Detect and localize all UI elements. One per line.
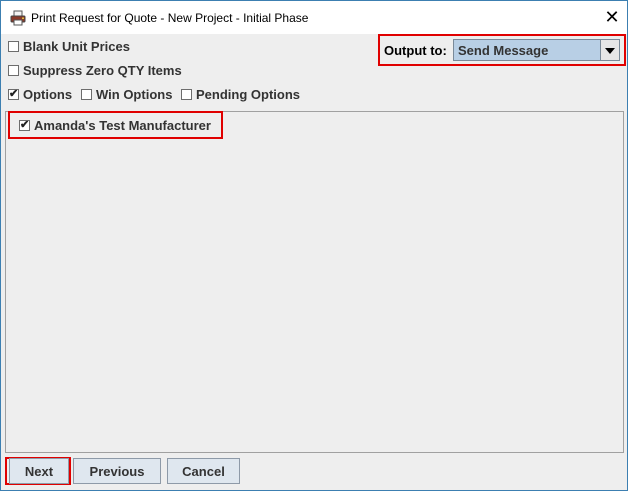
output-to-label: Output to: [384, 43, 447, 58]
close-icon[interactable]: ✕ [601, 6, 623, 28]
chevron-down-icon[interactable] [600, 40, 619, 60]
manufacturer-label: Amanda's Test Manufacturer [34, 118, 211, 133]
pending-options-label: Pending Options [196, 87, 300, 102]
manufacturer-list [5, 111, 624, 453]
window-title: Print Request for Quote - New Project - … [31, 11, 309, 25]
suppress-zero-qty-checkbox[interactable]: Suppress Zero QTY Items [8, 63, 182, 78]
dialog-content: Blank Unit Prices Suppress Zero QTY Item… [1, 34, 627, 490]
suppress-zero-qty-label: Suppress Zero QTY Items [23, 63, 182, 78]
next-button[interactable]: Next [9, 458, 69, 484]
pending-options-box[interactable] [181, 89, 192, 100]
options-label: Options [23, 87, 73, 102]
output-selected-value: Send Message [458, 43, 549, 58]
manufacturer-box[interactable] [19, 118, 30, 131]
previous-button[interactable]: Previous [73, 458, 161, 484]
blank-unit-prices-checkbox[interactable]: Blank Unit Prices [8, 39, 130, 54]
dialog-window: Print Request for Quote - New Project - … [0, 0, 628, 491]
blank-unit-prices-box[interactable] [8, 41, 19, 52]
options-checkbox[interactable]: Options [8, 87, 72, 102]
suppress-zero-qty-box[interactable] [8, 65, 19, 76]
cancel-button[interactable]: Cancel [167, 458, 240, 484]
options-box[interactable] [8, 87, 19, 100]
win-options-label: Win Options [96, 87, 173, 102]
win-options-checkbox[interactable]: Win Options [81, 87, 172, 102]
win-options-box[interactable] [81, 89, 92, 100]
title-bar[interactable]: Print Request for Quote - New Project - … [1, 1, 627, 34]
manufacturer-checkbox[interactable]: Amanda's Test Manufacturer [19, 118, 211, 133]
pending-options-checkbox[interactable]: Pending Options [181, 87, 300, 102]
blank-unit-prices-label: Blank Unit Prices [23, 39, 130, 54]
output-select[interactable]: Send Message [453, 39, 620, 61]
printer-icon [10, 10, 26, 26]
